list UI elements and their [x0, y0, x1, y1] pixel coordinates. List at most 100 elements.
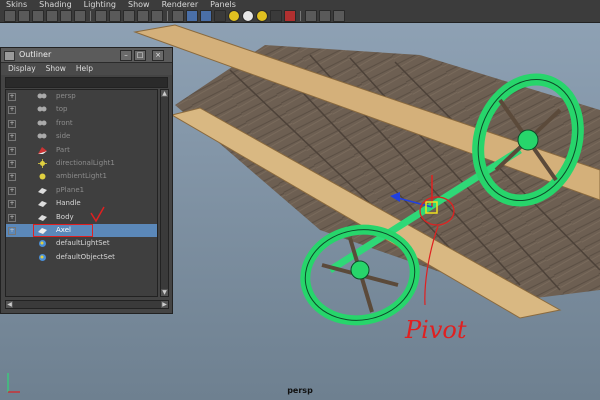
outliner-list[interactable]: + persp + top + front + side + Part + directio… [5, 89, 158, 297]
outliner-title-bar[interactable]: Outliner – □ × [1, 48, 172, 63]
camera-icon [37, 133, 47, 139]
mesh-icon [38, 214, 47, 221]
outliner-window[interactable]: Outliner – □ × Display Show Help + persp … [0, 47, 173, 314]
expand-icon[interactable]: + [8, 133, 16, 142]
outliner-menu-show[interactable]: Show [41, 63, 71, 75]
safe-title-icon[interactable] [151, 9, 163, 22]
resolution-gate-icon[interactable] [95, 9, 107, 22]
outliner-menu-help[interactable]: Help [71, 63, 98, 75]
expand-icon[interactable]: + [8, 226, 16, 235]
item-label: pPlane1 [56, 185, 85, 194]
scroll-right-icon[interactable]: ▶ [161, 301, 168, 308]
menu-skins[interactable]: Skins [0, 0, 33, 9]
set-icon [39, 240, 46, 248]
expand-icon[interactable]: + [8, 173, 16, 182]
mesh-icon [38, 146, 47, 154]
menu-panels[interactable]: Panels [204, 0, 242, 9]
item-label: directionalLight1 [56, 158, 115, 167]
annotation-highlight-box [33, 223, 93, 237]
outliner-vertical-scrollbar[interactable]: ▲ ▼ [160, 89, 169, 297]
outliner-item[interactable]: + Part [6, 144, 157, 157]
minimize-icon[interactable]: – [120, 50, 132, 61]
expand-icon[interactable]: + [8, 119, 16, 128]
wireframe-on-shaded-icon[interactable] [200, 9, 212, 22]
outliner-item[interactable]: defaultLightSet [6, 237, 157, 250]
maximize-icon[interactable]: □ [134, 50, 146, 61]
isolate-select-icon[interactable] [284, 9, 296, 22]
panel-layout-icon[interactable] [319, 9, 331, 22]
outliner-item[interactable]: + pPlane1 [6, 184, 157, 197]
expand-icon[interactable]: + [8, 106, 16, 115]
toolbar-separator [167, 10, 168, 21]
outliner-item[interactable]: defaultObjectSet [6, 251, 157, 264]
bookmark-icon[interactable] [32, 9, 44, 22]
expand-icon[interactable]: + [8, 200, 16, 209]
menu-lighting[interactable]: Lighting [78, 0, 122, 9]
outliner-item[interactable]: + ambientLight1 [6, 170, 157, 183]
item-label: front [56, 118, 73, 127]
expand-icon[interactable]: + [8, 146, 16, 155]
textured-icon[interactable] [214, 9, 226, 22]
top-bar: Skins Shading Lighting Show Renderer Pan… [0, 0, 600, 23]
item-label: Body [56, 212, 74, 221]
menu-shading[interactable]: Shading [33, 0, 78, 9]
camera-attr-icon[interactable] [18, 9, 30, 22]
pivot-annotation: Pivot [405, 316, 467, 344]
menu-renderer[interactable]: Renderer [156, 0, 205, 9]
light-icon [39, 173, 46, 180]
camera-icon [37, 120, 47, 126]
outliner-item[interactable]: + directionalLight1 [6, 157, 157, 170]
outliner-horizontal-scrollbar[interactable]: ◀ ▶ [5, 300, 169, 309]
share-icon[interactable] [333, 9, 345, 22]
item-label: Part [56, 145, 70, 154]
viewport-menu-bar: Skins Shading Lighting Show Renderer Pan… [0, 0, 242, 9]
shadows-icon[interactable] [256, 9, 268, 22]
viewport-camera-label: persp [287, 386, 313, 395]
item-label: Handle [56, 199, 81, 208]
item-label: side [56, 132, 71, 141]
item-label: ambientLight1 [56, 172, 107, 181]
item-label: top [56, 105, 68, 114]
safe-action-icon[interactable] [137, 9, 149, 22]
camera-icon [37, 106, 47, 112]
outliner-menu-display[interactable]: Display [3, 63, 41, 75]
expand-icon[interactable]: + [8, 213, 16, 222]
outliner-item-selected[interactable]: + Axel [6, 223, 157, 238]
close-icon[interactable]: × [152, 50, 164, 61]
light-icon [38, 158, 47, 168]
all-lights-icon[interactable] [242, 9, 254, 22]
scroll-left-icon[interactable]: ◀ [6, 301, 13, 308]
outliner-title: Outliner [19, 50, 52, 59]
outliner-item[interactable]: + side [6, 130, 157, 143]
mesh-icon [38, 187, 47, 194]
default-lighting-icon[interactable] [228, 9, 240, 22]
film-gate-icon[interactable] [74, 9, 86, 22]
mesh-icon [38, 201, 47, 208]
item-label: defaultLightSet [56, 239, 110, 248]
image-plane-icon[interactable] [46, 9, 58, 22]
outliner-item[interactable]: + front [6, 117, 157, 130]
expand-icon[interactable]: + [8, 159, 16, 168]
gate-mask-icon[interactable] [109, 9, 121, 22]
smooth-shade-icon[interactable] [186, 9, 198, 22]
field-chart-icon[interactable] [123, 9, 135, 22]
outliner-filter-input[interactable] [5, 77, 168, 88]
scroll-up-icon[interactable]: ▲ [161, 90, 168, 97]
expand-icon[interactable]: + [8, 93, 16, 101]
select-camera-icon[interactable] [4, 9, 16, 22]
outliner-item[interactable]: + Body [6, 211, 157, 224]
view-cube-icon[interactable] [305, 9, 317, 22]
wireframe-icon[interactable] [172, 9, 184, 22]
outliner-window-icon [4, 51, 15, 61]
expand-icon[interactable]: + [8, 186, 16, 195]
item-label: persp [56, 92, 76, 100]
outliner-item[interactable]: + Handle [6, 197, 157, 210]
outliner-item[interactable]: + persp [6, 90, 157, 103]
outliner-item[interactable]: + top [6, 103, 157, 116]
xray-icon[interactable] [270, 9, 282, 22]
scroll-down-icon[interactable]: ▼ [161, 289, 168, 296]
item-label: defaultObjectSet [56, 252, 115, 261]
menu-show[interactable]: Show [122, 0, 156, 9]
outliner-menu-bar: Display Show Help [1, 63, 172, 75]
grid-icon[interactable] [60, 9, 72, 22]
